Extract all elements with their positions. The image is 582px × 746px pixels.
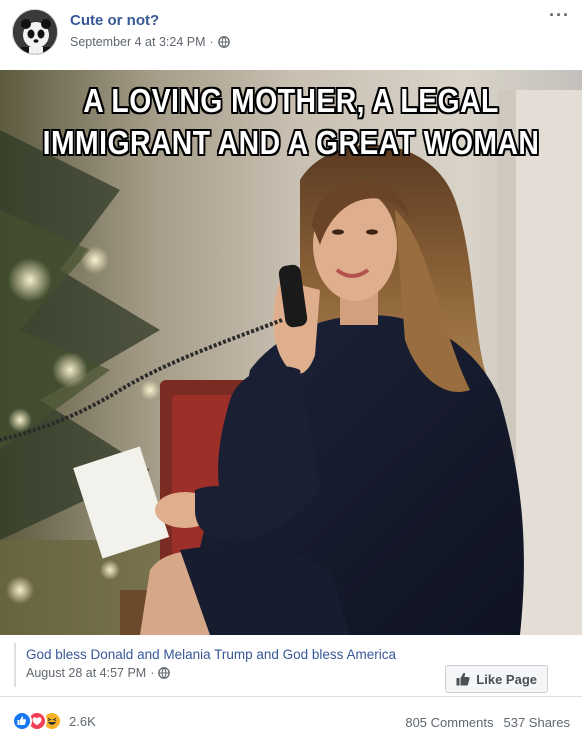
comments-count-link[interactable]: 805 Comments (405, 715, 493, 730)
page-name-link[interactable]: Cute or not? (70, 12, 159, 29)
shared-divider (14, 643, 16, 687)
shared-timestamp[interactable]: August 28 at 4:57 PM (26, 666, 146, 680)
post-header: Cute or not? September 4 at 3:24 PM · ··… (0, 0, 582, 68)
reaction-count: 2.6K (69, 713, 96, 729)
globe-icon (217, 36, 230, 48)
post-card: Cute or not? September 4 at 3:24 PM · ··… (0, 0, 582, 746)
more-options-icon[interactable]: ··· (549, 6, 570, 24)
photo-caption: A LOVING MOTHER, A LEGAL IMMIGRANT AND A… (41, 80, 542, 164)
thumbs-up-icon (456, 672, 470, 686)
post-photo[interactable]: A LOVING MOTHER, A LEGAL IMMIGRANT AND A… (0, 70, 582, 635)
globe-icon (158, 667, 171, 679)
caption-line-2: IMMIGRANT AND A GREAT WOMAN (42, 124, 540, 161)
reaction-summary[interactable]: 2.6K (12, 711, 96, 731)
shares-count-link[interactable]: 537 Shares (504, 715, 571, 730)
post-footer: 2.6K 805 Comments 537 Shares (0, 700, 582, 746)
like-page-button[interactable]: Like Page (445, 665, 548, 693)
meta-separator: · (209, 35, 214, 49)
shared-post-meta: August 28 at 4:57 PM · (26, 666, 171, 680)
panda-avatar-icon (13, 10, 57, 54)
post-timestamp[interactable]: September 4 at 3:24 PM (70, 35, 206, 49)
engagement-counts: 805 Comments 537 Shares (405, 715, 570, 730)
caption-line-1: A LOVING MOTHER, A LEGAL (83, 82, 499, 119)
shared-post-text[interactable]: God bless Donald and Melania Trump and G… (26, 647, 396, 662)
like-page-label: Like Page (476, 671, 537, 687)
page-avatar[interactable] (12, 9, 58, 55)
like-reaction-icon (12, 711, 32, 731)
shared-post: God bless Donald and Melania Trump and G… (0, 635, 582, 697)
meta-separator: · (150, 666, 155, 680)
post-meta: September 4 at 3:24 PM · (70, 35, 230, 49)
